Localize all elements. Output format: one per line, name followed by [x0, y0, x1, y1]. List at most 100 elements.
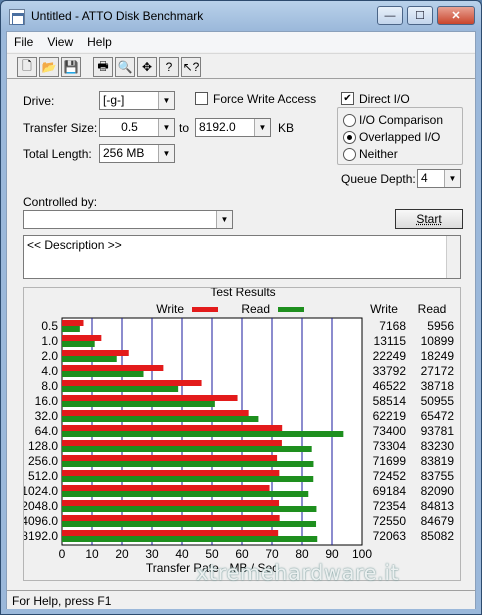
- kb-label: KB: [278, 121, 295, 135]
- x-tick-label: 50: [205, 547, 219, 561]
- y-tick-label: 256.0: [28, 454, 58, 468]
- y-tick-label: 2.0: [41, 349, 58, 363]
- maximize-button[interactable]: ☐: [407, 6, 433, 25]
- transfer-size-label: Transfer Size:: [23, 121, 98, 135]
- start-button[interactable]: Start: [395, 209, 463, 229]
- results-chart: Test Results Write Read Write Read 0 10 20 30 40 5…: [21, 285, 455, 575]
- transfer-to-select[interactable]: 8192.0 ▼: [195, 118, 271, 137]
- read-value: 85082: [421, 529, 455, 543]
- total-length-label: Total Length:: [23, 147, 92, 161]
- x-tick-label: 60: [235, 547, 249, 561]
- read-bar: [62, 506, 317, 512]
- io-comparison-radio[interactable]: [343, 114, 356, 127]
- write-bar: [62, 365, 164, 371]
- menu-help[interactable]: Help: [80, 35, 119, 49]
- read-bar: [62, 431, 344, 437]
- read-value: 83755: [421, 469, 455, 483]
- neither-radio[interactable]: [343, 148, 356, 161]
- test-results-panel: Test Results Write Read Write Read 0 10 20 30 40 5…: [21, 285, 461, 581]
- read-value: 10899: [421, 334, 455, 348]
- watermark-logo: xtremehardware.it: [196, 561, 466, 601]
- title-bar[interactable]: Untitled - ATTO Disk Benchmark — ☐ ✕: [1, 1, 481, 31]
- force-write-checkbox[interactable]: [195, 92, 208, 105]
- status-text: For Help, press F1: [12, 594, 112, 608]
- read-value: 84813: [421, 499, 455, 513]
- write-bar: [62, 395, 238, 401]
- x-tick-label: 40: [175, 547, 189, 561]
- help-button[interactable]: ?: [159, 57, 179, 77]
- x-tick-label: 100: [352, 547, 372, 561]
- legend-read-label: Read: [241, 302, 270, 316]
- y-tick-label: 16.0: [35, 394, 59, 408]
- write-value: 46522: [373, 379, 407, 393]
- read-bar: [62, 446, 312, 452]
- read-value: 83230: [421, 439, 455, 453]
- write-value: 72550: [373, 514, 407, 528]
- direct-io-checkbox[interactable]: ✔: [341, 92, 354, 105]
- total-length-select[interactable]: 256 MB ▼: [99, 144, 175, 163]
- x-tick-label: 20: [115, 547, 129, 561]
- transfer-from-select[interactable]: 0.5 ▼: [99, 118, 175, 137]
- direct-io-label: Direct I/O: [359, 92, 410, 106]
- overlapped-io-radio[interactable]: [343, 131, 356, 144]
- description-scrollbar[interactable]: [446, 236, 460, 278]
- menu-view[interactable]: View: [40, 35, 80, 49]
- write-bar: [62, 320, 84, 326]
- chevron-down-icon: ▼: [158, 92, 174, 109]
- print-preview-icon: 🔍: [117, 60, 133, 74]
- write-value: 72452: [373, 469, 407, 483]
- to-label: to: [179, 121, 190, 135]
- y-tick-label: 8.0: [41, 379, 58, 393]
- read-column-header: Read: [418, 302, 447, 316]
- read-value: 83819: [421, 454, 455, 468]
- move-button[interactable]: ✥: [137, 57, 157, 77]
- open-icon: 📂: [41, 60, 57, 74]
- x-tick-label: 30: [145, 547, 159, 561]
- write-value: 73304: [373, 439, 407, 453]
- overlapped-io-label: Overlapped I/O: [359, 130, 441, 144]
- save-button[interactable]: 💾: [61, 57, 81, 77]
- write-bar: [62, 350, 129, 356]
- read-bar: [62, 491, 309, 497]
- chevron-down-icon: ▼: [158, 145, 174, 162]
- write-value: 71699: [373, 454, 407, 468]
- legend-read-swatch: [278, 307, 304, 312]
- new-button[interactable]: 🗋: [17, 57, 37, 77]
- write-value: 13115: [374, 334, 407, 348]
- write-bar: [62, 455, 278, 461]
- print-icon: 🖶: [97, 58, 109, 73]
- close-button[interactable]: ✕: [437, 6, 475, 25]
- drive-select[interactable]: [-g-] ▼: [99, 91, 175, 110]
- queue-depth-label: Queue Depth:: [341, 172, 416, 186]
- read-bar: [62, 326, 80, 332]
- print-preview-button[interactable]: 🔍: [115, 57, 135, 77]
- write-bar: [62, 470, 280, 476]
- force-write-label: Force Write Access: [213, 92, 317, 106]
- read-bar: [62, 476, 314, 482]
- print-button[interactable]: 🖶: [93, 57, 113, 77]
- controlled-by-select[interactable]: ▼: [23, 210, 233, 229]
- description-box[interactable]: << Description >>: [23, 235, 461, 279]
- window-title: Untitled - ATTO Disk Benchmark: [31, 9, 204, 23]
- minimize-button[interactable]: —: [377, 6, 403, 25]
- menu-bar: File View Help: [7, 32, 475, 52]
- context-help-button[interactable]: ↖?: [181, 57, 201, 77]
- menu-file[interactable]: File: [7, 35, 40, 49]
- io-comparison-label: I/O Comparison: [359, 113, 444, 127]
- read-value: 27172: [421, 364, 455, 378]
- read-bar: [62, 521, 317, 527]
- write-bar: [62, 335, 102, 341]
- transfer-from-value: 0.5: [121, 120, 138, 134]
- watermark-text: xtremehardware.it: [196, 561, 400, 585]
- write-value: 22249: [373, 349, 407, 363]
- start-button-label: Start: [416, 212, 442, 226]
- read-value: 93781: [421, 424, 455, 438]
- toolbar: 🗋 📂 💾 🖶 🔍 ✥? ↖?: [7, 53, 475, 79]
- y-tick-label: 1024.0: [24, 484, 58, 498]
- read-bar: [62, 371, 144, 377]
- chevron-down-icon: ▼: [254, 119, 270, 136]
- y-tick-label: 1.0: [41, 334, 58, 348]
- move-icon: ✥: [141, 60, 153, 74]
- queue-depth-select[interactable]: 4 ▼: [417, 169, 461, 188]
- open-button[interactable]: 📂: [39, 57, 59, 77]
